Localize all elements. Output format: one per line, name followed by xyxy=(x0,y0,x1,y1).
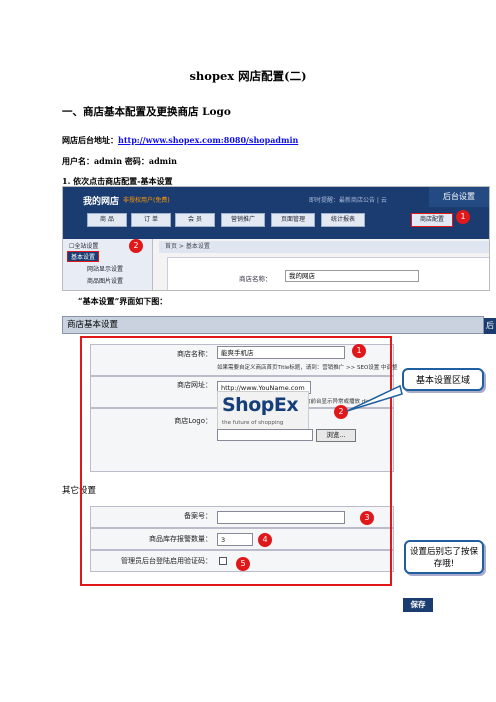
shop-name-label: 商店名称： xyxy=(239,275,272,283)
caption-text: “基本设置”界面如下图： xyxy=(78,296,168,306)
backend-address-line: 网店后台地址：http://www.shopex.com:8080/shopad… xyxy=(62,135,298,146)
admin-settings-tab[interactable]: 后台设置 xyxy=(429,187,489,207)
nav-orders[interactable]: 订 单 xyxy=(131,213,171,227)
backend-url-link[interactable]: http://www.shopex.com:8080/shopadmin xyxy=(118,135,298,145)
marker-5: 5 xyxy=(236,557,250,571)
notice-text: 即时提醒：最新商店公告 | 云 xyxy=(309,197,387,204)
sidebar-site-settings-label: 全站设置 xyxy=(74,243,99,250)
nav-members[interactable]: 会 员 xyxy=(175,213,215,227)
admin-screenshot: 我的网店 非授权用户(免费) 即时提醒：最新商店公告 | 云 后台设置 商 品 … xyxy=(62,186,490,291)
shop-logo-text: 我的网店 xyxy=(83,197,120,207)
save-reminder-callout: 设置后别忘了按保存哦! xyxy=(404,540,484,574)
save-button[interactable]: 保存 xyxy=(403,598,433,612)
marker-3: 3 xyxy=(360,511,374,525)
sidebar-image-settings[interactable]: 商品图片设置 xyxy=(87,276,123,285)
marker-2: 2 xyxy=(129,239,143,253)
nav-stats[interactable]: 统计报表 xyxy=(321,213,365,227)
highlight-box xyxy=(80,336,392,586)
document-title: shopex 网店配置(二) xyxy=(189,69,307,83)
shop-name-input[interactable]: 我的网店 xyxy=(285,270,419,282)
user-status: 非授权用户(免费) xyxy=(123,197,170,204)
sidebar-site-settings[interactable]: ☐全站设置 xyxy=(69,241,98,250)
basic-settings-header: 商店基本设置 xyxy=(62,316,484,334)
marker-1: 1 xyxy=(352,344,366,358)
marker-4: 4 xyxy=(258,533,272,547)
marker-1: 1 xyxy=(456,210,470,224)
basic-settings-screenshot: 商店基本设置 后 商店名称： 能爽手机店 如果需要自定义商店首页Title标题，… xyxy=(62,316,496,614)
nav-pages[interactable]: 页面管理 xyxy=(271,213,315,227)
breadcrumb: 首页 > 基本设置 xyxy=(159,241,489,253)
sidebar-basic-settings[interactable]: 基本设置 xyxy=(67,251,100,262)
header-right-tab: 后 xyxy=(484,318,496,334)
basic-area-callout: 基本设置区域 xyxy=(402,368,484,391)
section-heading: 一、商店基本配置及更换商店 Logo xyxy=(62,106,231,118)
credentials-line: 用户名：admin 密码：admin xyxy=(62,156,177,166)
nav-marketing[interactable]: 营销推广 xyxy=(221,213,265,227)
nav-products[interactable]: 商 品 xyxy=(87,213,127,227)
sidebar-display-settings[interactable]: 网站显示设置 xyxy=(87,264,123,273)
nav-shop-config[interactable]: 商店配置 xyxy=(411,213,453,227)
backend-label: 网店后台地址： xyxy=(62,135,118,145)
